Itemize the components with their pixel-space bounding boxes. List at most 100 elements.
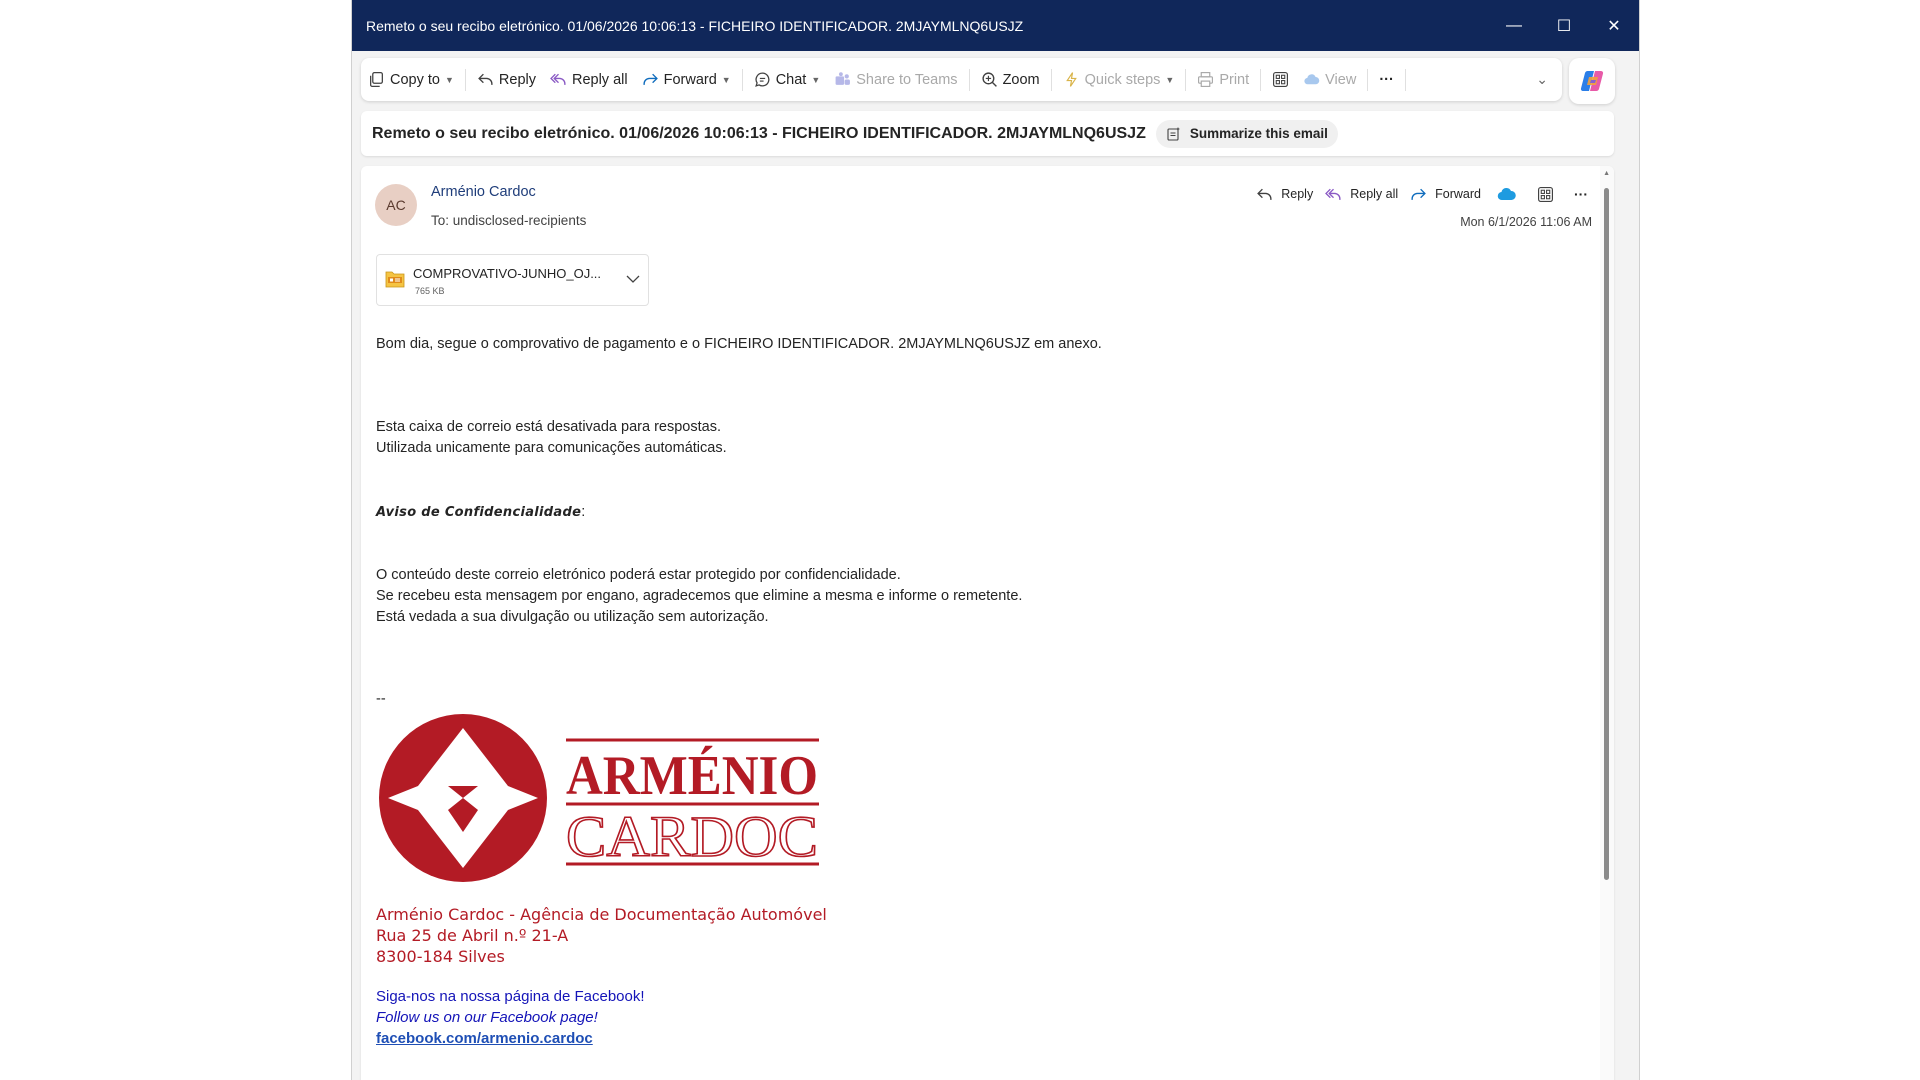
confidentiality-heading-line: Aviso de Confidencialidade: [376,504,585,520]
lightning-icon [1065,72,1077,87]
body-mailbox-notice-1: Esta caixa de correio está desativada pa… [376,419,721,435]
close-window-button[interactable]: ✕ [1589,0,1639,51]
chevron-down-icon[interactable] [625,271,641,287]
copy-icon [370,71,383,88]
quick-steps-button[interactable]: Quick steps ▼ [1056,64,1182,96]
message-actions: Reply Reply all Forward ··· [1250,180,1592,208]
message-forward-button[interactable]: Forward [1404,180,1487,208]
title-bar: Remeto o seu recibo eletrónico. 01/06/20… [352,0,1639,51]
view-button[interactable]: View [1296,64,1363,96]
toolbar-divider [1404,68,1406,91]
forward-button[interactable]: Forward ▼ [635,64,738,96]
body-greeting: Bom dia, segue o comprovativo de pagamen… [376,336,1102,352]
summarize-email-button[interactable]: Summarize this email [1155,119,1338,148]
chat-label: Chat [775,71,807,88]
zoom-icon [981,72,997,87]
message-reply-all-button[interactable]: Reply all [1319,180,1404,208]
view-label: View [1325,71,1357,88]
reply-icon [478,73,493,85]
minimize-icon: — [1506,16,1522,34]
maximize-button[interactable]: ☐ [1539,0,1589,51]
sender-avatar[interactable]: AC [375,184,417,226]
minimize-button[interactable]: — [1489,0,1539,51]
toolbar-divider [1260,68,1262,91]
reply-button[interactable]: Reply [470,64,543,96]
signature-street: Rua 25 de Abril n.º 21-A [376,926,569,945]
logo-line-2: CARDOC [566,804,818,869]
ribbon-toolbar: Copy to ▼ Reply Reply all Forward ▼ Chat… [361,58,1562,101]
scrollbar-thumb[interactable] [1604,188,1609,880]
toolbar-divider [1050,68,1052,91]
confidentiality-heading: Aviso de Confidencialidade [376,505,582,520]
toolbar-divider [741,68,743,91]
zoom-label: Zoom [1002,71,1040,88]
email-subject: Remeto o seu recibo eletrónico. 01/06/20… [372,124,1146,142]
forward-icon [643,73,658,85]
quick-steps-label: Quick steps [1084,71,1161,88]
outlook-message-window: Remeto o seu recibo eletrónico. 01/06/20… [351,0,1640,1080]
recipients-line: To: undisclosed-recipients [431,213,587,228]
avatar-initials: AC [386,197,406,213]
forward-icon [1411,188,1427,200]
reply-all-icon [1325,188,1341,200]
share-to-teams-label: Share to Teams [856,71,958,88]
apps-button[interactable] [1265,64,1296,96]
maximize-icon: ☐ [1556,17,1572,35]
message-more-button[interactable]: ··· [1564,180,1592,208]
attachment-card[interactable]: COMPROVATIVO-JUNHO_OJ... 765 KB [376,254,649,306]
attachment-name: COMPROVATIVO-JUNHO_OJ... [413,266,602,281]
share-to-teams-button[interactable]: Share to Teams [827,64,964,96]
forward-label: Forward [663,71,717,88]
signature-city: 8300-184 Silves [376,947,505,966]
confidentiality-text-2: Se recebeu esta mensagem por engano, agr… [376,588,1023,604]
message-apps-button[interactable] [1527,180,1564,208]
attachment-size: 765 KB [415,286,445,296]
confidentiality-colon: : [581,504,586,520]
summarize-icon [1167,126,1180,141]
logo-line-1: ARMÉNIO [566,745,818,807]
archive-file-icon [385,271,405,288]
printer-icon [1198,72,1214,87]
print-button[interactable]: Print [1190,64,1256,96]
signature-facebook-en: Follow us on our Facebook page! [376,1009,598,1026]
message-reply-button[interactable]: Reply [1250,180,1319,208]
company-logo: ARMÉNIO CARDOC [379,714,819,882]
message-forward-label: Forward [1435,187,1481,201]
chevron-down-icon: ▼ [444,74,454,85]
apps-grid-icon [1273,72,1289,87]
salesforce-button[interactable] [1487,180,1527,208]
window-controls: — ☐ ✕ [1489,0,1639,51]
more-options-button[interactable]: ··· [1372,64,1401,96]
close-icon: ✕ [1607,17,1621,35]
toolbar-divider [968,68,970,91]
signature-facebook-pt: Siga-nos na nossa página de Facebook! [376,988,645,1005]
toolbar-divider [1185,68,1187,91]
chevron-down-icon: ⌄ [1536,71,1548,87]
message-reply-label: Reply [1281,187,1314,201]
copy-to-button[interactable]: Copy to ▼ [361,64,461,96]
print-label: Print [1219,71,1250,88]
copilot-icon [1580,70,1604,92]
more-icon: ··· [1379,71,1394,88]
reply-all-button[interactable]: Reply all [543,64,635,96]
toolbar-divider [1367,68,1369,91]
reply-icon [1257,188,1272,200]
zoom-button[interactable]: Zoom [974,64,1047,96]
chevron-down-icon: ▼ [811,74,821,85]
reply-all-icon [550,73,566,85]
facebook-link[interactable]: facebook.com/armenio.cardoc [376,1030,593,1047]
sender-name[interactable]: Arménio Cardoc [431,184,536,200]
chevron-down-icon: ▼ [1165,74,1175,85]
copilot-button[interactable] [1569,58,1615,104]
toolbar-divider [464,68,466,91]
teams-icon [835,72,851,85]
reading-pane: ▲ AC Arménio Cardoc To: undisclosed-reci… [361,166,1614,1080]
chat-button[interactable]: Chat ▼ [747,64,828,96]
signature-separator: -- [376,691,386,707]
expand-ribbon-button[interactable]: ⌄ [1529,64,1562,96]
scroll-up-arrow-icon[interactable]: ▲ [1603,170,1610,177]
scrollbar[interactable]: ▲ [1600,166,1614,1080]
cloud-icon [1304,74,1320,85]
window-title: Remeto o seu recibo eletrónico. 01/06/20… [366,17,1024,34]
reply-all-label: Reply all [571,71,628,88]
